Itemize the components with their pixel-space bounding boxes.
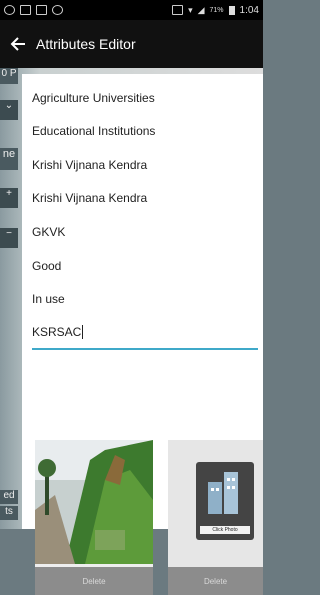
camera-tile[interactable]: Click Photo [196,462,254,540]
delete-button[interactable]: Delete [168,567,263,595]
field-name[interactable]: Krishi Vijnana Kendra [32,148,258,181]
click-photo-label: Click Photo [200,526,250,534]
bg-label-mid: ne [0,148,18,170]
field-condition[interactable]: Good [32,249,258,282]
bg-chevron: ⌄ [0,100,18,120]
signal-icon: ◢ [197,4,205,15]
delete-button[interactable]: Delete [35,567,153,595]
attributes-form: Agriculture Universities Educational Ins… [22,74,263,595]
field-photo[interactable] [35,440,153,564]
text-cursor [82,324,84,339]
field-surveyor[interactable]: KSRSAC [32,315,258,350]
bg-zoom-out: − [0,228,18,248]
photo-card-2: Click Photo Delete [168,440,263,595]
back-arrow-icon[interactable] [0,20,36,68]
field-value: Good [32,258,62,273]
field-value: Agriculture Universities [32,90,155,105]
image-icon [36,5,47,15]
field-type[interactable]: Educational Institutions [32,114,258,147]
field-category[interactable]: Agriculture Universities [32,81,258,114]
bg-zoom-in: + [0,188,18,208]
page-title: Attributes Editor [36,36,136,52]
field-status[interactable]: In use [32,282,258,315]
field-location[interactable]: GKVK [32,215,258,248]
field-value: In use [32,291,65,306]
field-value: Krishi Vijnana Kendra [32,157,148,172]
status-bar: ▾ ◢ 71% 1:04 [0,0,263,20]
photo-card-1: Delete [35,440,153,595]
field-name-2[interactable]: Krishi Vijnana Kendra [32,181,258,214]
bg-label-bottom2: ts [0,506,18,520]
wifi-icon: ▾ [188,4,193,15]
gallery-icon [20,5,31,15]
battery-icon [228,5,235,15]
clock: 1:04 [239,4,259,16]
building-icon [208,472,238,514]
field-value: Krishi Vijnana Kendra [32,190,148,205]
notification-icon [4,5,15,15]
camera-placeholder[interactable]: Click Photo [168,440,263,564]
vibrate-icon [172,5,184,15]
app-bar: Attributes Editor [0,20,263,68]
battery-percent: 71% [209,6,224,14]
field-value: KSRSAC [32,324,82,339]
field-value: Educational Institutions [32,123,156,138]
bg-label-bottom1: ed [0,490,18,504]
field-value: GKVK [32,224,66,239]
bg-label-top: 0 P [0,68,18,84]
app-icon [52,5,63,15]
